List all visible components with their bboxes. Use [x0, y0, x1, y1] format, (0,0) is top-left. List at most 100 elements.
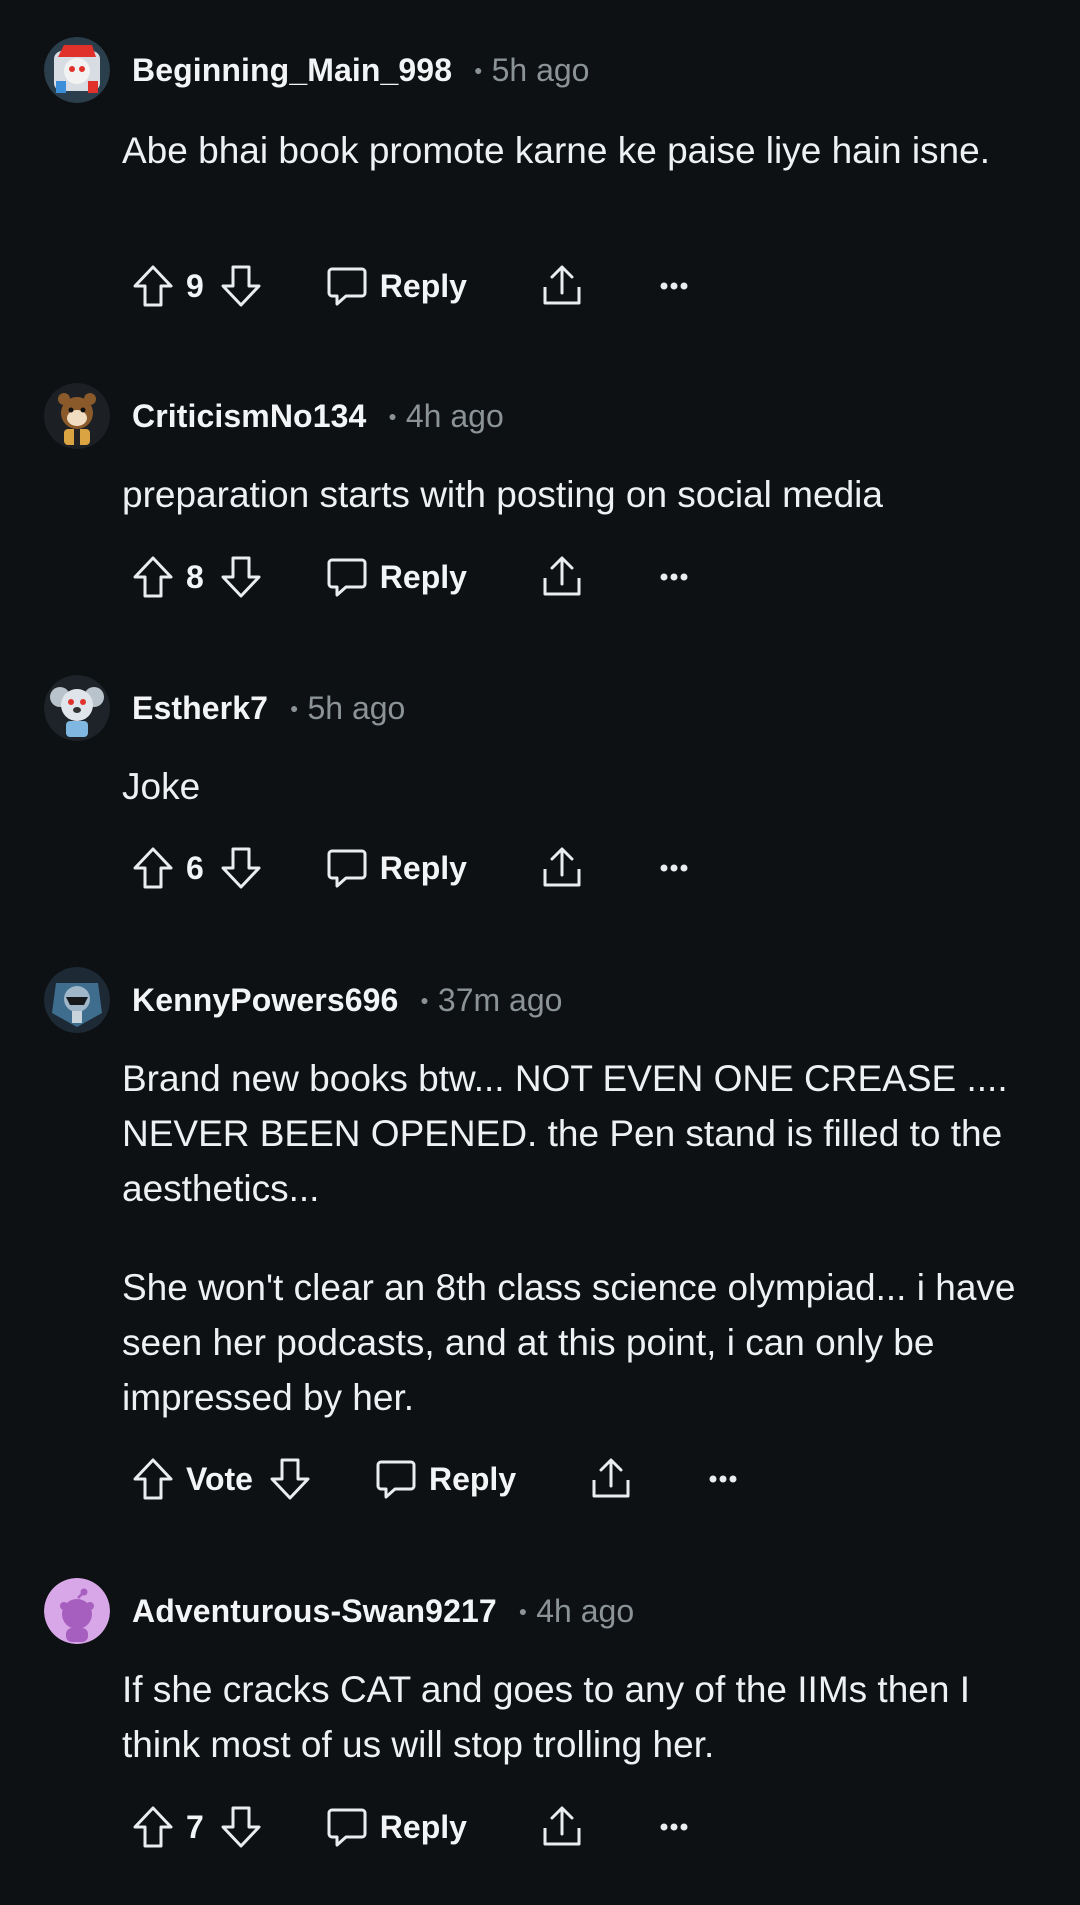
comment-actions: 8 Reply: [128, 547, 699, 607]
comment-body: Abe bhai book promote karne ke paise liy…: [122, 123, 1022, 178]
vote-count: 9: [186, 267, 204, 304]
upvote-arrow-icon: [133, 556, 173, 598]
upvote-button[interactable]: [128, 843, 178, 893]
comment-header: CriticismNo134 ● 4h ago: [44, 380, 504, 452]
comment-time: 37m ago: [437, 981, 563, 1018]
share-icon: [543, 1806, 581, 1846]
share-icon: [543, 556, 581, 596]
comment-time: 4h ago: [405, 397, 504, 434]
comment-header: Adventurous-Swan9217 ● 4h ago: [44, 1575, 634, 1647]
comment-time: 5h ago: [307, 689, 406, 726]
share-button[interactable]: [537, 552, 587, 602]
comment-header: KennyPowers696 ● 37m ago: [44, 964, 562, 1036]
comment-actions: Vote Reply: [128, 1449, 748, 1509]
comment-paragraph: Brand new books btw... NOT EVEN ONE CREA…: [122, 1058, 1008, 1209]
comment-bubble-icon: [327, 1808, 367, 1847]
comment-actions: 7 Reply: [128, 1797, 699, 1857]
upvote-arrow-icon: [133, 1458, 173, 1500]
share-button[interactable]: [586, 1454, 636, 1504]
more-options-button[interactable]: [649, 261, 699, 311]
share-button[interactable]: [537, 1802, 587, 1852]
separator-dot: ●: [290, 700, 299, 716]
user-avatar[interactable]: [44, 37, 110, 103]
reply-button[interactable]: Reply: [326, 265, 467, 307]
snoo-avatar-red-hat-icon: [44, 37, 110, 103]
vote-count: 6: [186, 849, 204, 886]
reply-button[interactable]: Reply: [326, 1806, 467, 1848]
downvote-arrow-icon: [221, 556, 261, 598]
downvote-button[interactable]: [216, 1802, 266, 1852]
ellipsis-icon: [709, 1475, 737, 1483]
downvote-arrow-icon: [221, 265, 261, 307]
comment-actions: 6 Reply: [128, 838, 699, 898]
share-icon: [592, 1458, 630, 1498]
username[interactable]: Adventurous-Swan9217: [132, 1593, 497, 1630]
downvote-arrow-icon: [221, 847, 261, 889]
more-options-button[interactable]: [649, 552, 699, 602]
more-options-button[interactable]: [698, 1454, 748, 1504]
snoo-avatar-koala-icon: [44, 675, 110, 741]
upvote-button[interactable]: [128, 1802, 178, 1852]
vote-count: 7: [186, 1808, 204, 1845]
ellipsis-icon: [660, 282, 688, 290]
comment-header: Estherk7 ● 5h ago: [44, 672, 405, 744]
ellipsis-icon: [660, 573, 688, 581]
comment-body: preparation starts with posting on socia…: [122, 467, 1022, 522]
upvote-button[interactable]: [128, 552, 178, 602]
comment-bubble-icon: [327, 558, 367, 597]
separator-dot: ●: [388, 408, 397, 424]
snoo-avatar-bear-icon: [44, 383, 110, 449]
downvote-button[interactable]: [265, 1454, 315, 1504]
ellipsis-icon: [660, 1823, 688, 1831]
reply-button[interactable]: Reply: [326, 847, 467, 889]
snoo-avatar-mech-icon: [44, 967, 110, 1033]
downvote-arrow-icon: [270, 1458, 310, 1500]
downvote-button[interactable]: [216, 552, 266, 602]
reply-label: Reply: [379, 849, 467, 886]
comment-time: 4h ago: [536, 1592, 635, 1629]
comment-actions: 9 Reply: [128, 256, 699, 316]
reply-button[interactable]: Reply: [375, 1458, 516, 1500]
share-icon: [543, 265, 581, 305]
username[interactable]: CriticismNo134: [132, 398, 366, 435]
upvote-arrow-icon: [133, 265, 173, 307]
comment-bubble-icon: [376, 1460, 416, 1499]
upvote-arrow-icon: [133, 1806, 173, 1848]
comment-paragraph: Joke: [122, 766, 201, 807]
share-icon: [543, 847, 581, 887]
user-avatar[interactable]: [44, 967, 110, 1033]
user-avatar[interactable]: [44, 383, 110, 449]
comment-body: Joke: [122, 759, 1022, 814]
more-options-button[interactable]: [649, 843, 699, 893]
downvote-button[interactable]: [216, 261, 266, 311]
comment-bubble-icon: [327, 849, 367, 888]
reply-label: Reply: [379, 267, 467, 304]
separator-dot: ●: [420, 992, 429, 1008]
upvote-arrow-icon: [133, 847, 173, 889]
upvote-button[interactable]: [128, 261, 178, 311]
comment-header: Beginning_Main_998 ● 5h ago: [44, 34, 589, 106]
username[interactable]: Estherk7: [132, 690, 268, 727]
comment-body: Brand new books btw... NOT EVEN ONE CREA…: [122, 1051, 1022, 1425]
username[interactable]: Beginning_Main_998: [132, 52, 452, 89]
downvote-button[interactable]: [216, 843, 266, 893]
reply-label: Reply: [379, 558, 467, 595]
ellipsis-icon: [660, 864, 688, 872]
comment-body: If she cracks CAT and goes to any of the…: [122, 1662, 1022, 1772]
username[interactable]: KennyPowers696: [132, 982, 398, 1019]
snoo-avatar-default-purple-icon: [44, 1578, 110, 1644]
reply-label: Reply: [379, 1808, 467, 1845]
upvote-button[interactable]: [128, 1454, 178, 1504]
reply-button[interactable]: Reply: [326, 556, 467, 598]
comment-bubble-icon: [327, 267, 367, 306]
comment-time: 5h ago: [491, 51, 590, 88]
more-options-button[interactable]: [649, 1802, 699, 1852]
user-avatar[interactable]: [44, 1578, 110, 1644]
downvote-arrow-icon: [221, 1806, 261, 1848]
reply-label: Reply: [428, 1460, 517, 1497]
vote-count: 8: [186, 558, 204, 595]
share-button[interactable]: [537, 261, 587, 311]
share-button[interactable]: [537, 843, 587, 893]
comment-paragraph: Abe bhai book promote karne ke paise liy…: [122, 130, 990, 171]
user-avatar[interactable]: [44, 675, 110, 741]
